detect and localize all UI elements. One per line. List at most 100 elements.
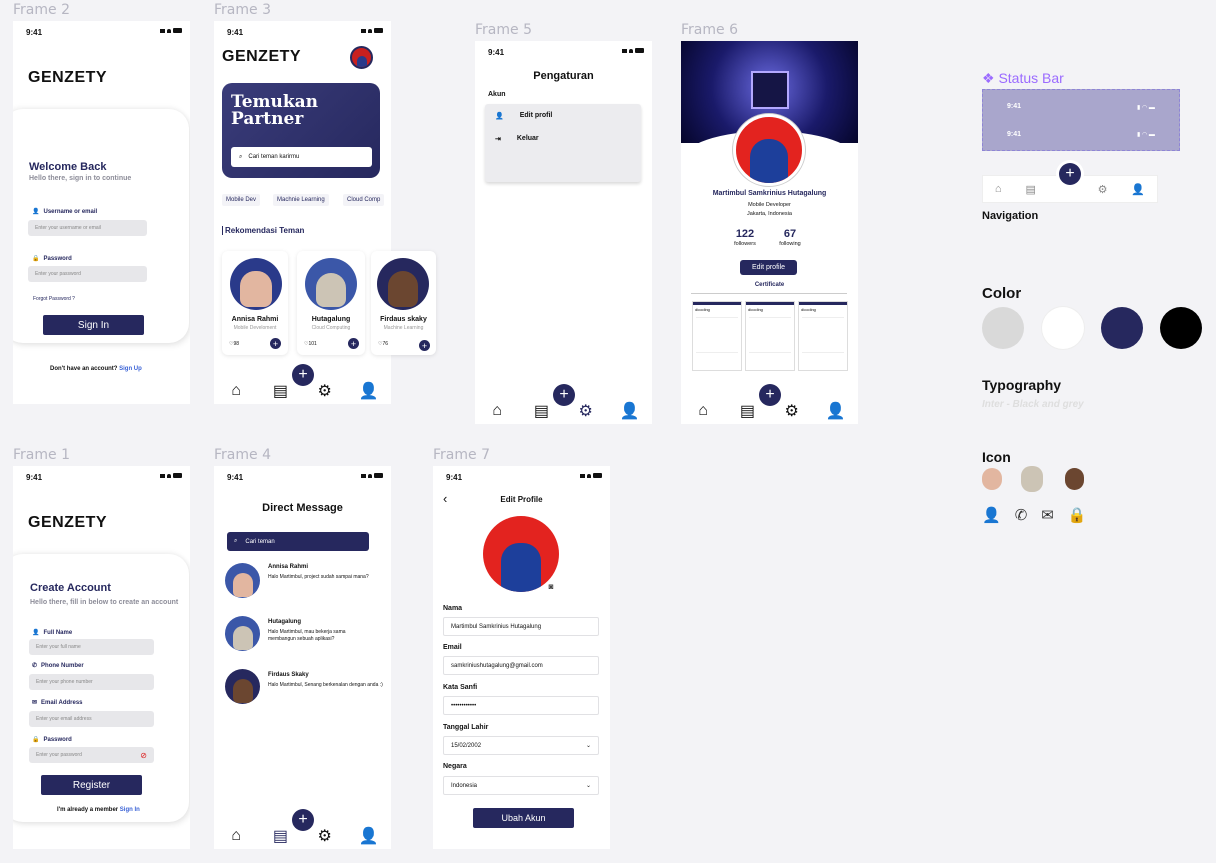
certificate-card[interactable]: dicoding: [745, 301, 795, 371]
sign-in-button[interactable]: Sign In: [43, 315, 144, 335]
add-friend-button[interactable]: +: [348, 338, 359, 349]
add-button[interactable]: +: [759, 384, 781, 406]
sign-up-link[interactable]: Sign Up: [119, 366, 142, 372]
profile-icon[interactable]: 👤: [620, 403, 640, 420]
person-card[interactable]: Annisa Rahmi Mobile Develoment ♡98 +: [222, 251, 288, 355]
home-icon[interactable]: ⌂: [490, 402, 504, 419]
login-title: Welcome Back: [29, 161, 107, 173]
settings-icon[interactable]: ⚙: [317, 828, 331, 845]
update-account-button[interactable]: Ubah Akun: [473, 808, 574, 828]
country-select[interactable]: Indonesia ⌄: [443, 776, 599, 795]
like-count: ♡76: [378, 341, 389, 347]
phone-icon: ✆: [1014, 507, 1028, 524]
frame-settings: 9:41 Pengaturan Akun 👤 Edit profil ⇥ Kelua…: [475, 41, 652, 424]
certificate-card[interactable]: dicoding: [798, 301, 848, 371]
name-input[interactable]: Martimbul Samkrinius Hutagalung: [443, 617, 599, 636]
name-label: Nama: [443, 605, 463, 612]
brand-logo: GENZETY: [28, 69, 108, 86]
frame-label: Frame 1: [13, 447, 70, 463]
register-button[interactable]: Register: [41, 775, 142, 795]
eye-off-icon[interactable]: ⊘: [140, 751, 147, 760]
avatar-icon-3: [1065, 468, 1084, 490]
icon-set: 👤 ✆ ✉ 🔒: [982, 506, 1087, 524]
message-icon[interactable]: ▤: [740, 403, 755, 420]
email-label: ✉ Email Address: [32, 699, 83, 707]
settings-icon[interactable]: ⚙: [784, 403, 798, 420]
message-item[interactable]: Annisa Rahmi Halo Martimbul, project sud…: [224, 563, 385, 603]
like-count: ♡98: [229, 341, 240, 347]
camera-icon[interactable]: ◙: [544, 582, 558, 594]
following-label: following: [779, 241, 801, 247]
add-button[interactable]: +: [553, 384, 575, 406]
mail-icon: ✉: [32, 700, 38, 706]
message-icon[interactable]: ▤: [273, 383, 288, 400]
search-input[interactable]: ⌕ Cari teman: [227, 532, 369, 551]
sender-name: Hutagalung: [268, 619, 301, 625]
email-input[interactable]: samkriniushutagalung@gmail.com: [443, 656, 599, 675]
home-icon[interactable]: ⌂: [229, 827, 243, 844]
chip-mobile-dev[interactable]: Mobile Dev: [222, 194, 261, 206]
dob-select[interactable]: 15/02/2002 ⌄: [443, 736, 599, 755]
add-friend-button[interactable]: +: [419, 340, 430, 351]
message-icon[interactable]: ▤: [273, 828, 288, 845]
message-icon[interactable]: ▤: [534, 403, 549, 420]
profile-icon: 👤: [1131, 183, 1145, 196]
user-icon: 👤: [495, 113, 504, 120]
person-card[interactable]: Hutagalung Cloud Computing ♡101 +: [297, 251, 365, 355]
home-icon[interactable]: ⌂: [696, 402, 710, 419]
edit-profile-item[interactable]: 👤 Edit profil: [495, 112, 552, 120]
frame-label: Frame 6: [681, 22, 738, 38]
person-card[interactable]: Firdaus skaky Machine Learning ♡76 +: [371, 251, 436, 355]
register-subtitle: Hello there, fill in below to create an …: [30, 599, 179, 606]
password-input[interactable]: ••••••••••••: [443, 696, 599, 715]
fullname-input[interactable]: Enter your full name: [29, 639, 154, 655]
color-swatch-navy: [1101, 307, 1143, 349]
signal-icons: [361, 473, 383, 478]
person-role: Cloud Computing: [311, 325, 351, 331]
password-label: 🔒 Password: [32, 255, 72, 263]
settings-icon[interactable]: ⚙: [317, 383, 331, 400]
home-icon[interactable]: ⌂: [229, 382, 243, 399]
add-friend-button[interactable]: +: [270, 338, 281, 349]
register-card: Create Account Hello there, fill in belo…: [13, 554, 189, 822]
settings-icon[interactable]: ⚙: [578, 403, 592, 420]
user-icon: 👤: [32, 209, 40, 215]
email-input[interactable]: Enter your email address: [29, 711, 154, 727]
edit-profile-button[interactable]: Edit profile: [740, 260, 797, 275]
status-bar: 9:41: [13, 21, 190, 41]
chip-cloud-comp[interactable]: Cloud Comp: [343, 194, 385, 206]
username-input[interactable]: Enter your username or email: [28, 220, 147, 236]
status-bar-heading: ❖ Status Bar: [982, 70, 1064, 86]
profile-icon[interactable]: 👤: [359, 383, 379, 400]
sign-in-link[interactable]: Sign In: [120, 807, 140, 813]
profile-name: Martimbul Samkrinius Hutagalung: [712, 190, 827, 197]
forgot-password-link[interactable]: Forgot Password ?: [33, 296, 75, 302]
divider: [691, 293, 847, 294]
status-time: 9:41: [26, 473, 43, 482]
certificate-tab[interactable]: Certificate: [681, 282, 858, 288]
message-icon: ▤: [1025, 183, 1036, 196]
search-input[interactable]: ⌕ Cari teman karirmu: [231, 147, 372, 167]
logout-item[interactable]: ⇥ Keluar: [495, 135, 539, 143]
profile-avatar[interactable]: [350, 46, 373, 69]
message-item[interactable]: Firdaus Skaky Halo Martimbul, Senang ber…: [224, 669, 385, 709]
phone-input[interactable]: Enter your phone number: [29, 674, 154, 690]
signal-icons: ▮ ◠ ▬: [1137, 105, 1155, 111]
color-swatch-white: [1042, 307, 1084, 349]
status-bar: 9:41: [475, 41, 652, 61]
password-input[interactable]: Enter your password ⊘: [29, 747, 154, 763]
status-time: 9:41: [26, 28, 43, 37]
chip-machine-learning[interactable]: Machnie Learning: [273, 194, 329, 206]
login-card: Welcome Back Hello there, sign in to con…: [13, 109, 189, 343]
person-role: Machine Learning: [383, 325, 424, 331]
email-label: Email: [443, 644, 462, 651]
certificate-card[interactable]: dicoding: [692, 301, 742, 371]
lock-icon: 🔒: [32, 256, 40, 262]
add-button[interactable]: +: [292, 809, 314, 831]
add-button[interactable]: +: [292, 364, 314, 386]
profile-icon[interactable]: 👤: [359, 828, 379, 845]
password-input[interactable]: Enter your password: [28, 266, 147, 282]
profile-icon[interactable]: 👤: [826, 403, 846, 420]
message-item[interactable]: Hutagalung Halo Martimbul, mau bekerja s…: [224, 616, 385, 656]
login-subtitle: Hello there, sign in to continue: [29, 175, 132, 182]
